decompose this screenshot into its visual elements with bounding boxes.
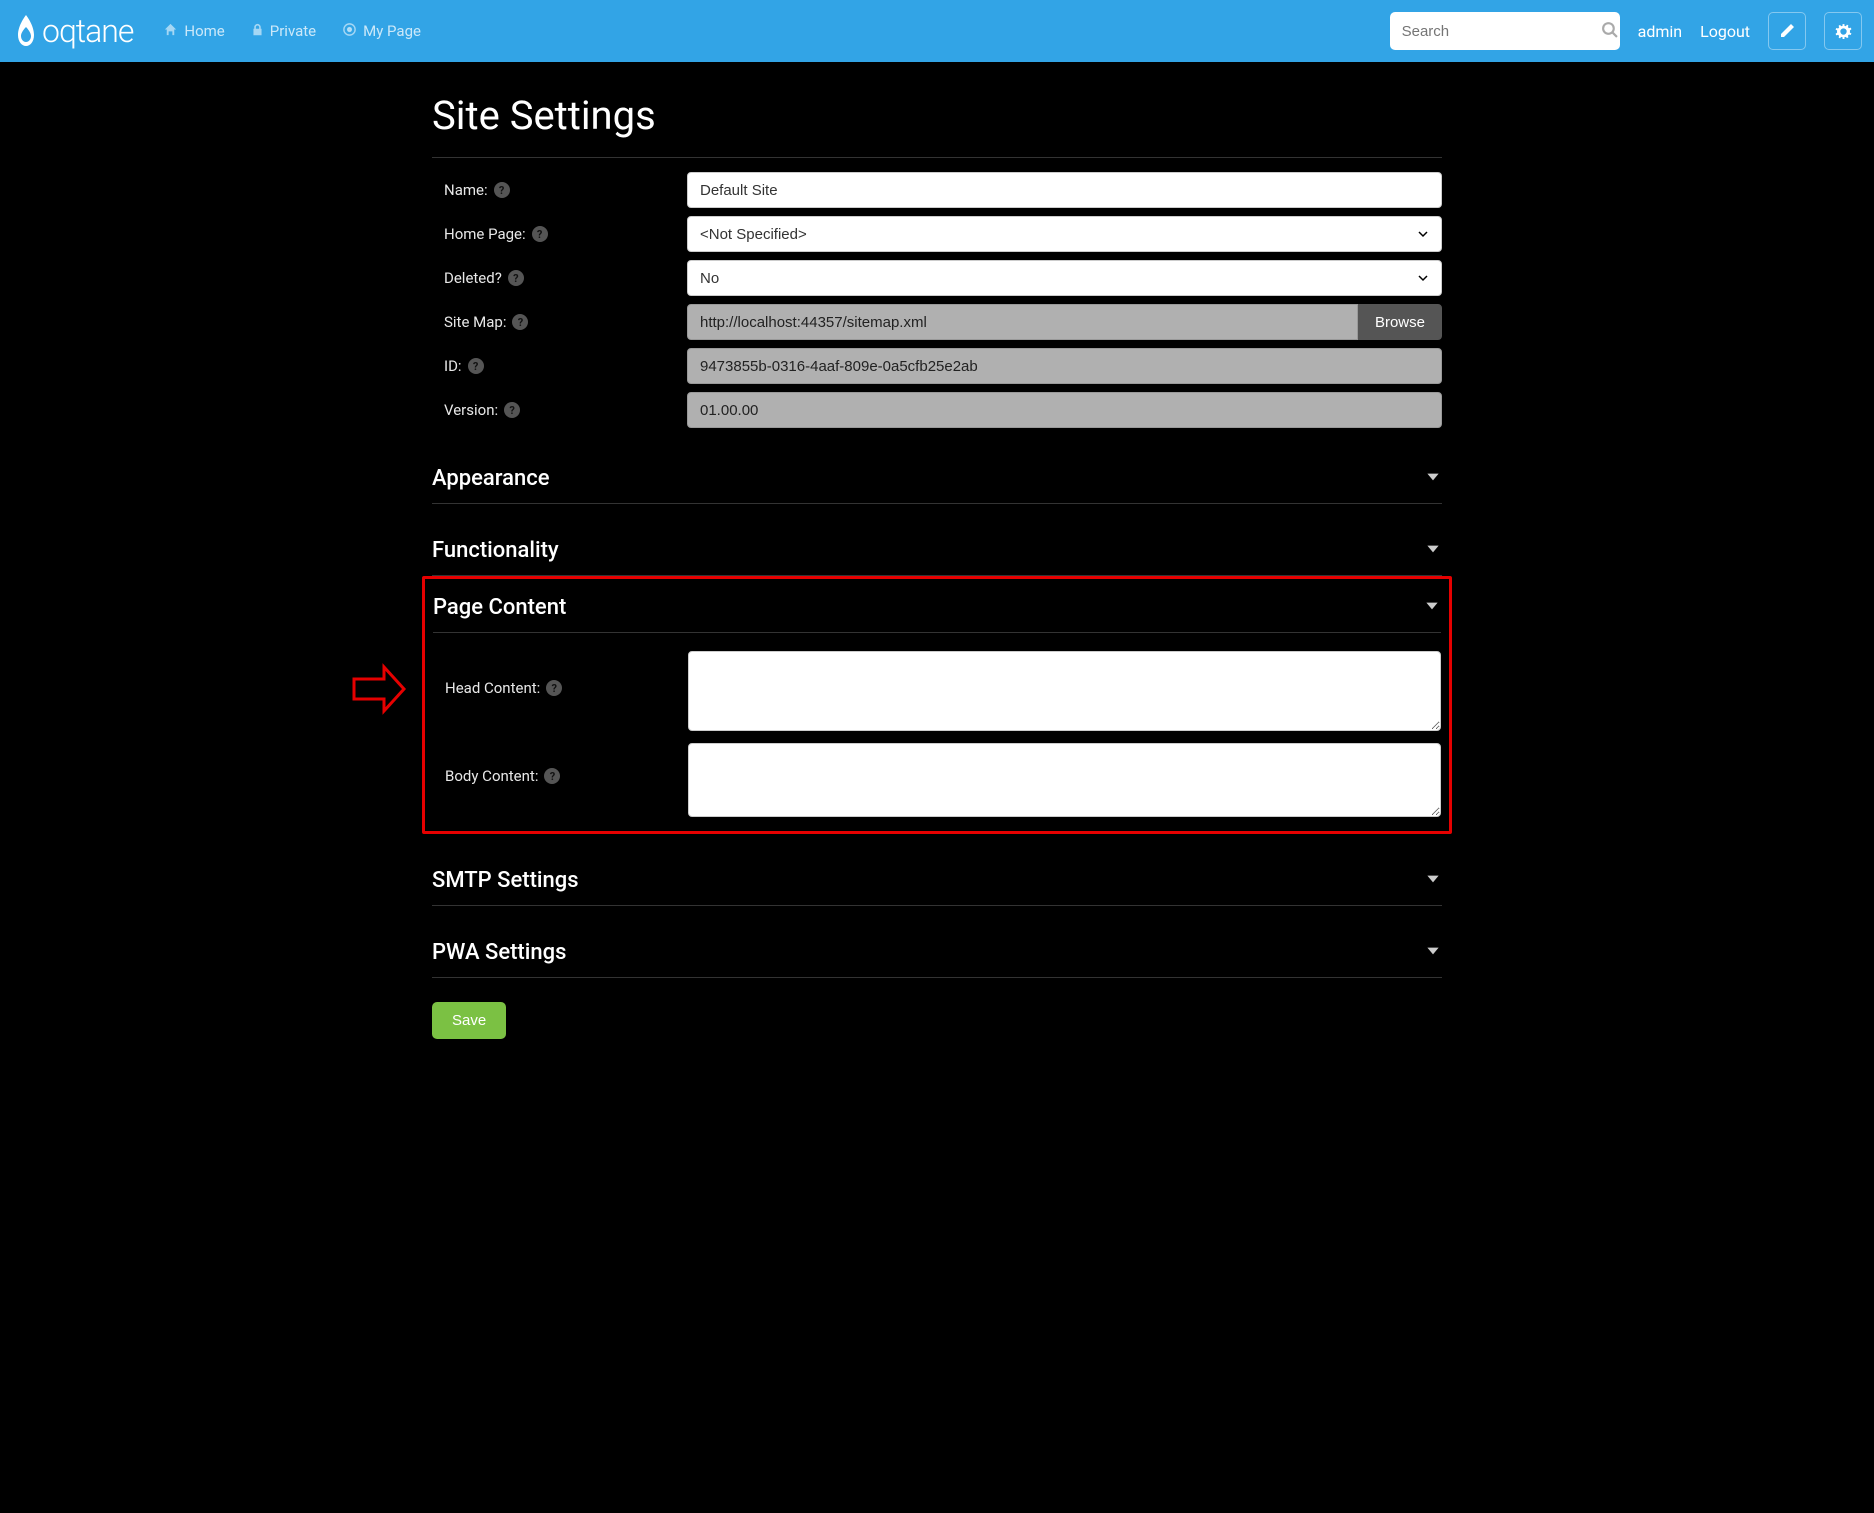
label-bodycontent: Body Content: ? xyxy=(433,743,688,785)
gear-icon xyxy=(1835,23,1852,40)
nav-right: admin Logout xyxy=(1390,12,1862,50)
select-homepage[interactable]: <Not Specified> xyxy=(687,216,1442,252)
label-deleted: Deleted? ? xyxy=(432,269,687,287)
page-title: Site Settings xyxy=(432,82,1442,158)
annotation-highlight: Page Content Head Content: ? Body Conten… xyxy=(422,576,1452,834)
edit-button[interactable] xyxy=(1768,12,1806,50)
section-appearance[interactable]: Appearance xyxy=(432,450,1442,504)
textarea-headcontent[interactable] xyxy=(688,651,1441,731)
section-pagecontent-title: Page Content xyxy=(433,595,566,620)
brand-logo[interactable]: oqtane xyxy=(12,12,133,50)
flame-icon xyxy=(12,13,40,49)
row-deleted: Deleted? ? No xyxy=(432,256,1442,300)
section-functionality[interactable]: Functionality xyxy=(432,522,1442,576)
search-icon[interactable] xyxy=(1601,21,1618,42)
help-icon[interactable]: ? xyxy=(508,270,524,286)
browse-button[interactable]: Browse xyxy=(1358,304,1442,340)
textarea-bodycontent[interactable] xyxy=(688,743,1441,817)
select-deleted[interactable]: No xyxy=(687,260,1442,296)
label-headcontent: Head Content: ? xyxy=(433,651,688,697)
row-name: Name: ? xyxy=(432,168,1442,212)
section-pwa-title: PWA Settings xyxy=(432,940,566,965)
help-icon[interactable]: ? xyxy=(512,314,528,330)
lock-icon xyxy=(251,22,264,41)
nav-private-label: Private xyxy=(270,22,316,40)
pencil-icon xyxy=(1779,23,1795,39)
label-id: ID: ? xyxy=(432,357,687,375)
section-functionality-title: Functionality xyxy=(432,538,559,563)
help-icon[interactable]: ? xyxy=(532,226,548,242)
section-smtp-title: SMTP Settings xyxy=(432,868,579,893)
target-icon xyxy=(342,22,357,41)
chevron-down-icon xyxy=(1424,540,1442,562)
input-version xyxy=(687,392,1442,428)
user-name-link[interactable]: admin xyxy=(1638,22,1682,41)
nav-mypage-label: My Page xyxy=(363,22,421,40)
label-version: Version: ? xyxy=(432,401,687,419)
input-name[interactable] xyxy=(687,172,1442,208)
search-input[interactable] xyxy=(1402,23,1601,40)
row-homepage: Home Page: ? <Not Specified> xyxy=(432,212,1442,256)
section-pagecontent[interactable]: Page Content xyxy=(433,579,1441,633)
settings-button[interactable] xyxy=(1824,12,1862,50)
brand-text: oqtane xyxy=(42,12,133,50)
nav-home-label: Home xyxy=(184,22,224,40)
help-icon[interactable]: ? xyxy=(468,358,484,374)
section-pagecontent-body: Head Content: ? Body Content: ? xyxy=(433,633,1441,823)
nav-private[interactable]: Private xyxy=(241,14,326,49)
search-box xyxy=(1390,12,1620,50)
chevron-down-icon xyxy=(1424,870,1442,892)
annotation-arrow-icon xyxy=(349,659,409,719)
label-name: Name: ? xyxy=(432,181,687,199)
help-icon[interactable]: ? xyxy=(504,402,520,418)
nav-home[interactable]: Home xyxy=(153,14,234,49)
help-icon[interactable]: ? xyxy=(546,680,562,696)
nav-links: Home Private My Page xyxy=(153,14,431,49)
row-sitemap: Site Map: ? Browse xyxy=(432,300,1442,344)
section-smtp[interactable]: SMTP Settings xyxy=(432,852,1442,906)
input-id xyxy=(687,348,1442,384)
row-id: ID: ? xyxy=(432,344,1442,388)
input-sitemap xyxy=(687,304,1358,340)
logout-link[interactable]: Logout xyxy=(1700,22,1750,41)
main-container: Site Settings Name: ? Home Page: ? <Not … xyxy=(432,62,1442,1079)
chevron-down-icon xyxy=(1424,942,1442,964)
help-icon[interactable]: ? xyxy=(544,768,560,784)
label-sitemap: Site Map: ? xyxy=(432,313,687,331)
chevron-down-icon xyxy=(1424,468,1442,490)
label-homepage: Home Page: ? xyxy=(432,225,687,243)
chevron-down-icon xyxy=(1423,597,1441,619)
section-appearance-title: Appearance xyxy=(432,466,550,491)
nav-mypage[interactable]: My Page xyxy=(332,14,431,49)
save-button[interactable]: Save xyxy=(432,1002,506,1039)
help-icon[interactable]: ? xyxy=(494,182,510,198)
navbar: oqtane Home Private My Page xyxy=(0,0,1874,62)
home-icon xyxy=(163,22,178,41)
row-headcontent: Head Content: ? xyxy=(433,645,1441,737)
row-bodycontent: Body Content: ? xyxy=(433,737,1441,823)
row-version: Version: ? xyxy=(432,388,1442,432)
section-pwa[interactable]: PWA Settings xyxy=(432,924,1442,978)
